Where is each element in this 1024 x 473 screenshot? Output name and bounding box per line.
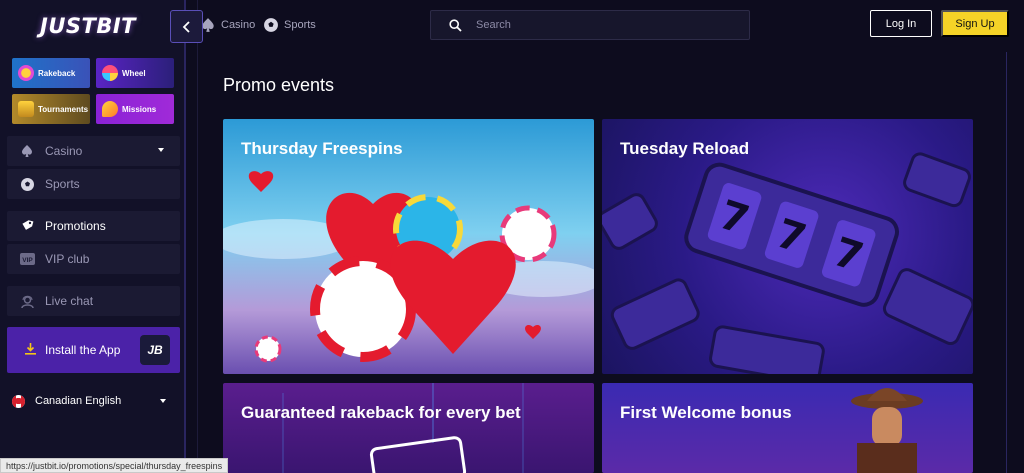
soccer-ball-icon bbox=[19, 176, 35, 192]
promo-card-guaranteed-rakeback[interactable]: Guaranteed rakeback for every bet bbox=[223, 383, 594, 473]
sidebar-item-promotions[interactable]: Promotions bbox=[7, 211, 180, 241]
chevron-down-icon bbox=[158, 148, 164, 152]
sidebar-item-label: Promotions bbox=[45, 219, 106, 233]
support-agent-icon bbox=[19, 293, 35, 309]
sidebar-item-label: Casino bbox=[45, 144, 83, 158]
spade-icon bbox=[19, 143, 35, 159]
tile-wheel-label: Wheel bbox=[122, 68, 146, 78]
tile-rakeback-label: Rakeback bbox=[38, 68, 76, 78]
wheel-icon bbox=[102, 65, 118, 81]
promo-card-thursday-freespins[interactable]: Thursday Freespins bbox=[223, 119, 594, 374]
collapse-sidebar-button[interactable] bbox=[170, 10, 203, 43]
sidebar-item-label: Sports bbox=[45, 177, 80, 191]
sidebar: JUSTBIT Rakeback Wheel Tournaments Missi… bbox=[0, 0, 186, 473]
tile-missions[interactable]: Missions bbox=[96, 94, 174, 124]
soccer-ball-icon bbox=[264, 18, 278, 32]
trophy-icon bbox=[18, 101, 34, 117]
login-button[interactable]: Log In bbox=[870, 10, 932, 37]
canada-flag-icon bbox=[12, 394, 25, 408]
sidebar-item-vip[interactable]: VIP VIP club bbox=[7, 244, 180, 274]
promo-card-title: Thursday Freespins bbox=[241, 139, 403, 158]
promo-card-title: Guaranteed rakeback for every bet bbox=[241, 403, 521, 422]
search-icon bbox=[449, 18, 462, 32]
tile-wheel[interactable]: Wheel bbox=[96, 58, 174, 88]
search-bar[interactable] bbox=[430, 10, 750, 40]
sidebar-item-sports[interactable]: Sports bbox=[7, 169, 180, 199]
promo-card-title: Tuesday Reload bbox=[620, 139, 750, 158]
sidebar-item-label: VIP club bbox=[45, 252, 90, 266]
chevron-down-icon bbox=[160, 399, 166, 403]
content-divider bbox=[197, 0, 198, 473]
sidebar-item-live-chat[interactable]: Live chat bbox=[7, 286, 180, 316]
rakeback-illustration bbox=[282, 383, 524, 473]
promo-card-first-welcome-bonus[interactable]: First Welcome bonus bbox=[602, 383, 973, 473]
chevron-left-icon bbox=[182, 20, 190, 33]
header-link-label: Sports bbox=[284, 19, 316, 31]
promo-card-tuesday-reload[interactable]: 7 7 7 Tuesday Reload bbox=[602, 119, 973, 374]
browser-status-url: https://justbit.io/promotions/special/th… bbox=[0, 458, 229, 473]
header-link-sports[interactable]: Sports bbox=[263, 17, 316, 33]
coins-icon bbox=[18, 65, 34, 81]
rocket-icon bbox=[102, 101, 118, 117]
cowboy-illustration bbox=[851, 388, 923, 473]
search-input[interactable] bbox=[476, 19, 716, 31]
sidebar-item-casino[interactable]: Casino bbox=[7, 136, 180, 166]
tile-missions-label: Missions bbox=[122, 104, 157, 114]
tile-tournaments[interactable]: Tournaments bbox=[12, 94, 90, 124]
tag-icon bbox=[19, 218, 35, 234]
justbit-logo[interactable]: JUSTBIT bbox=[40, 14, 136, 38]
header-link-label: Casino bbox=[221, 19, 256, 31]
download-icon bbox=[25, 342, 36, 358]
promo-card-title: First Welcome bonus bbox=[620, 403, 792, 422]
language-selector[interactable]: Canadian English bbox=[12, 392, 172, 410]
tile-rakeback[interactable]: Rakeback bbox=[12, 58, 90, 88]
jb-app-logo: JB bbox=[140, 335, 170, 365]
language-label: Canadian English bbox=[35, 395, 122, 407]
svg-text:VIP: VIP bbox=[22, 257, 33, 264]
sidebar-item-label: Live chat bbox=[45, 294, 94, 308]
scroll-track[interactable] bbox=[1006, 52, 1007, 473]
install-app-button[interactable]: Install the App JB bbox=[7, 327, 180, 373]
install-app-label: Install the App bbox=[45, 343, 121, 357]
page-title: Promo events bbox=[223, 75, 335, 95]
signup-button[interactable]: Sign Up bbox=[941, 10, 1009, 37]
tile-tournaments-label: Tournaments bbox=[38, 104, 89, 114]
vip-icon: VIP bbox=[19, 251, 35, 267]
header-link-casino[interactable]: Casino bbox=[200, 17, 255, 33]
